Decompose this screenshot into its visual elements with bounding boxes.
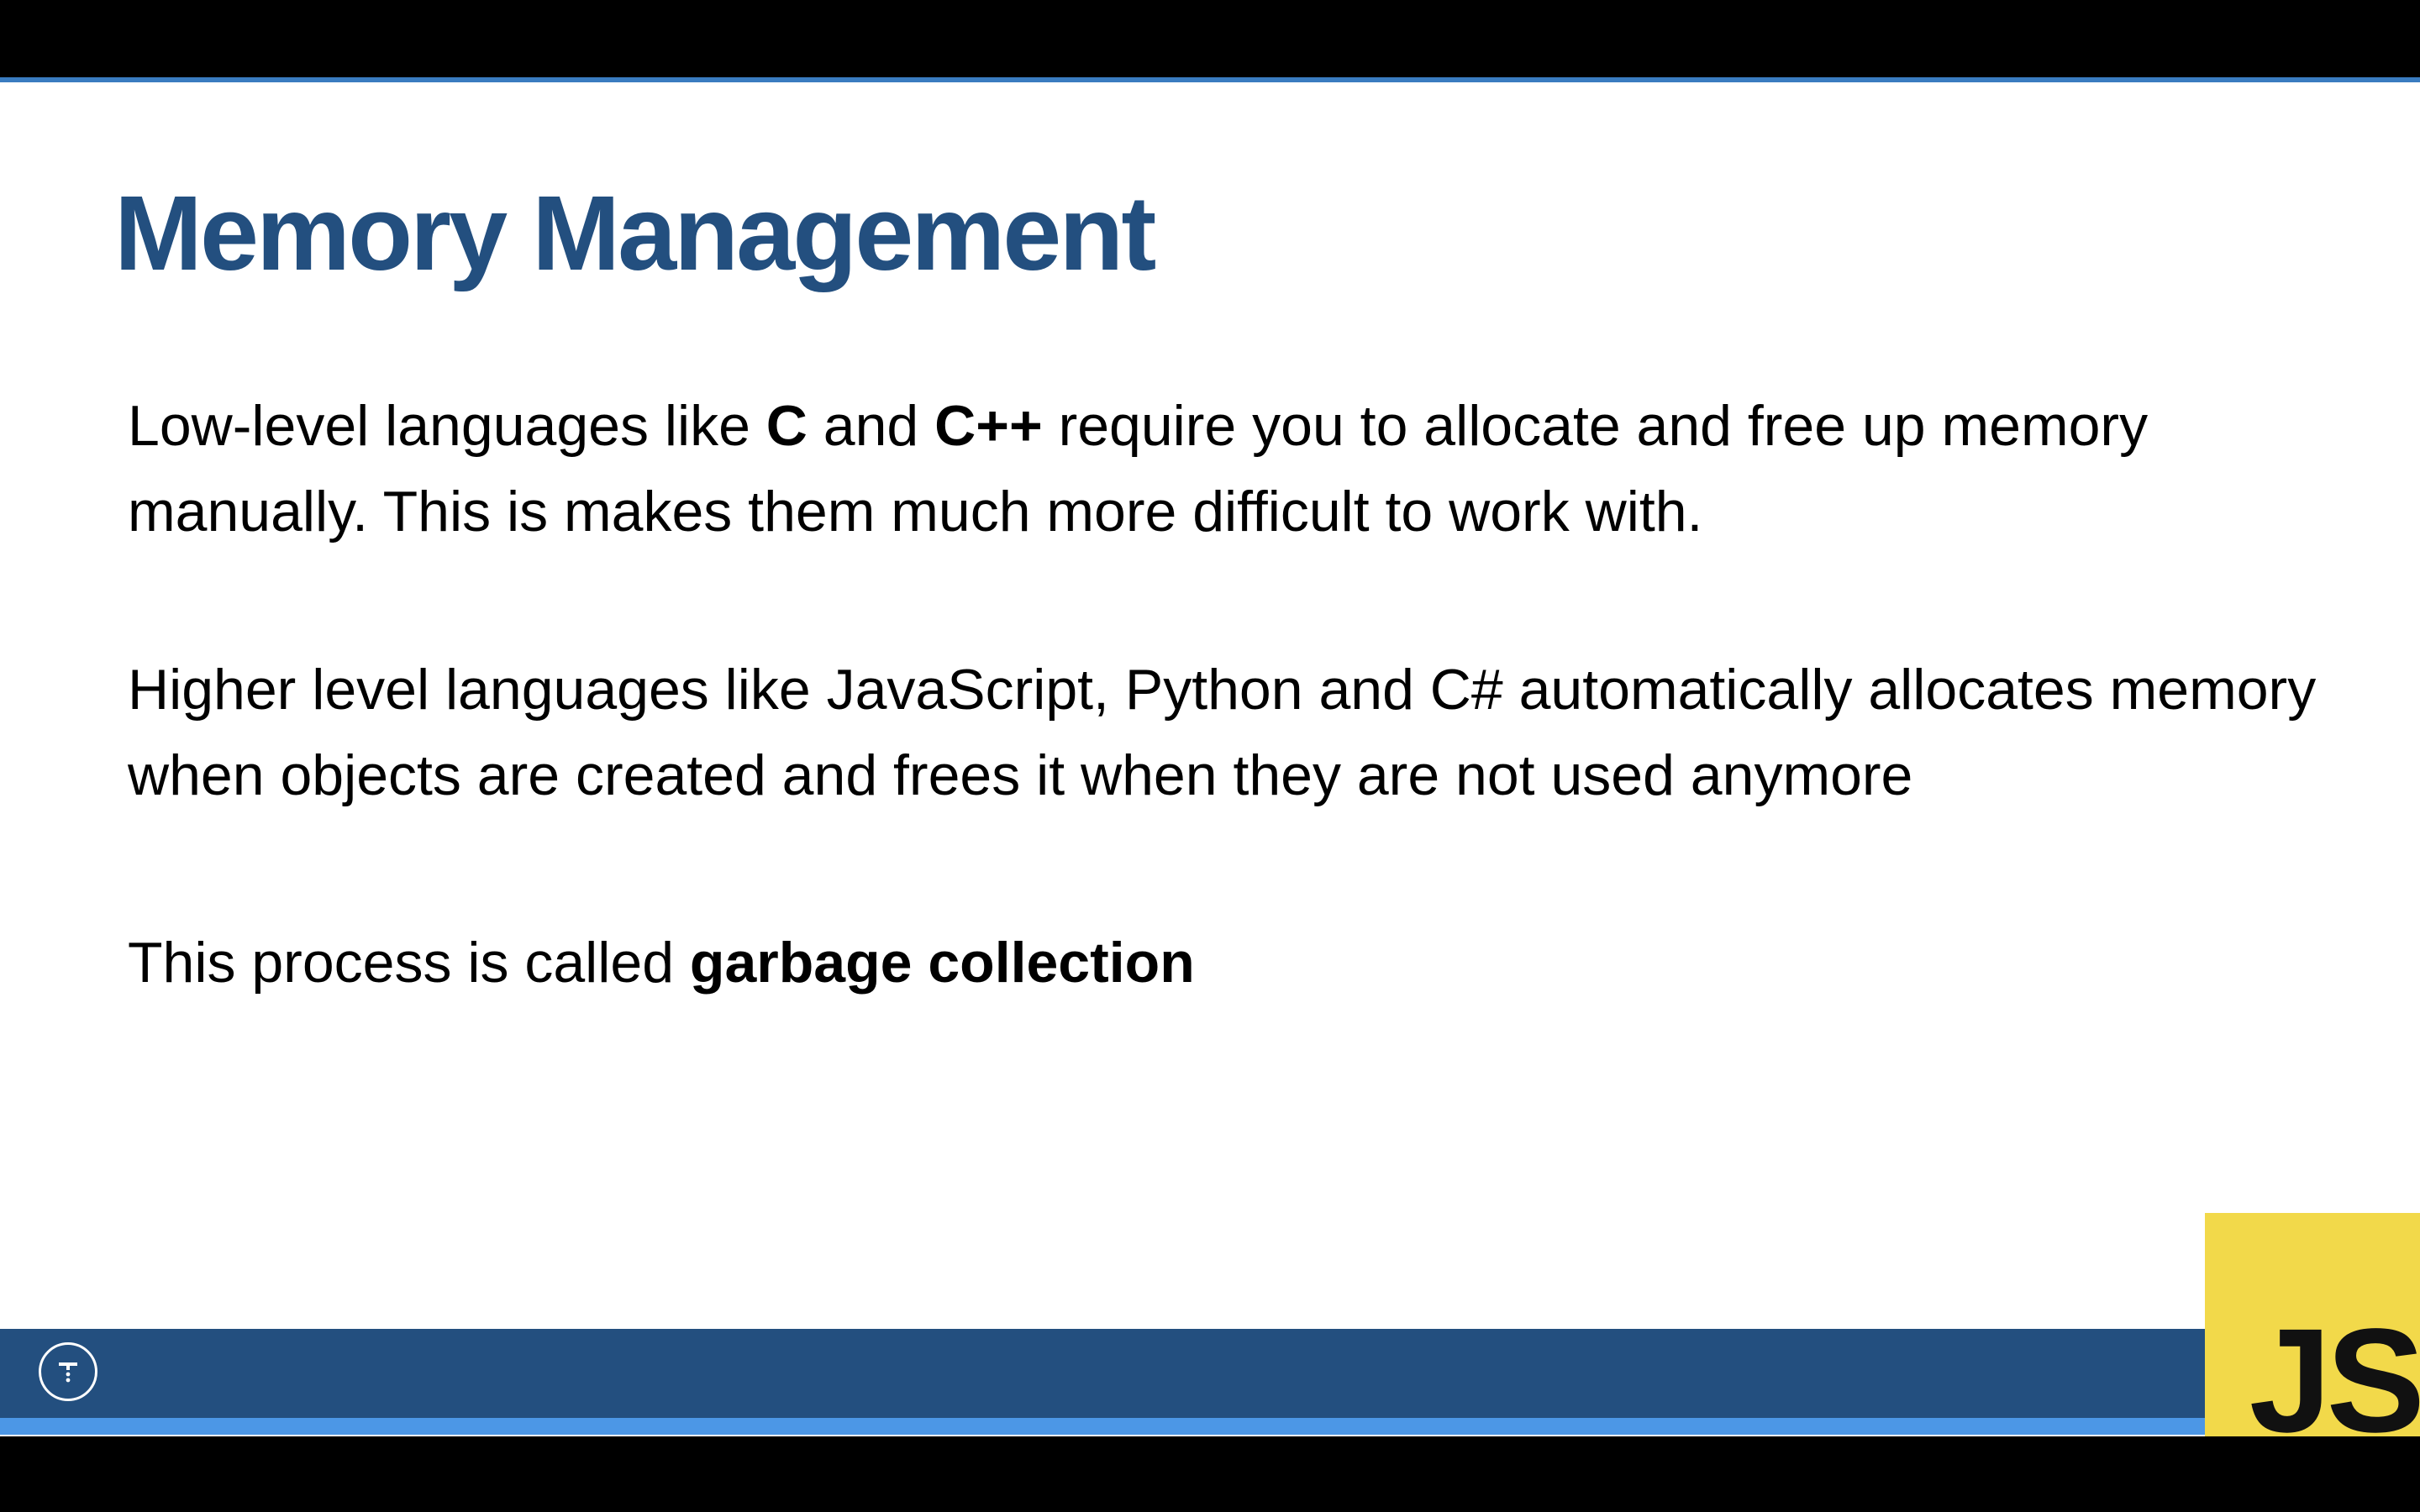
paragraph-garbage-collection: This process is called garbage collectio… bbox=[128, 920, 2329, 1005]
t-circle-logo-icon bbox=[39, 1342, 97, 1401]
paragraph-low-level-languages: Low-level languages like C and C++ requi… bbox=[128, 383, 2329, 554]
slide-title: Memory Management bbox=[114, 174, 1156, 292]
paragraph-1-text-1: Low-level languages like bbox=[128, 394, 766, 458]
slide-top-accent-line bbox=[0, 77, 2420, 82]
javascript-logo-text: JS bbox=[2249, 1299, 2420, 1436]
t-logo-glyph-icon bbox=[59, 1362, 77, 1383]
paragraph-high-level-languages: Higher level languages like JavaScript, … bbox=[128, 658, 2317, 807]
slide: Memory Management Low-level languages li… bbox=[0, 77, 2420, 1436]
footer-stripe bbox=[0, 1418, 2205, 1435]
paragraph-1-bold-c: C bbox=[765, 394, 808, 458]
paragraph-3-text: This process is called bbox=[128, 931, 690, 995]
paragraph-3-bold-garbage-collection: garbage collection bbox=[689, 931, 1195, 995]
paragraph-1-text-2: and bbox=[807, 394, 935, 458]
letterbox-bottom bbox=[0, 1436, 2420, 1512]
javascript-logo-badge: JS bbox=[2205, 1213, 2420, 1436]
paragraph-1-bold-cpp: C++ bbox=[934, 394, 1043, 458]
footer-band bbox=[0, 1329, 2205, 1418]
letterbox-top bbox=[0, 0, 2420, 77]
